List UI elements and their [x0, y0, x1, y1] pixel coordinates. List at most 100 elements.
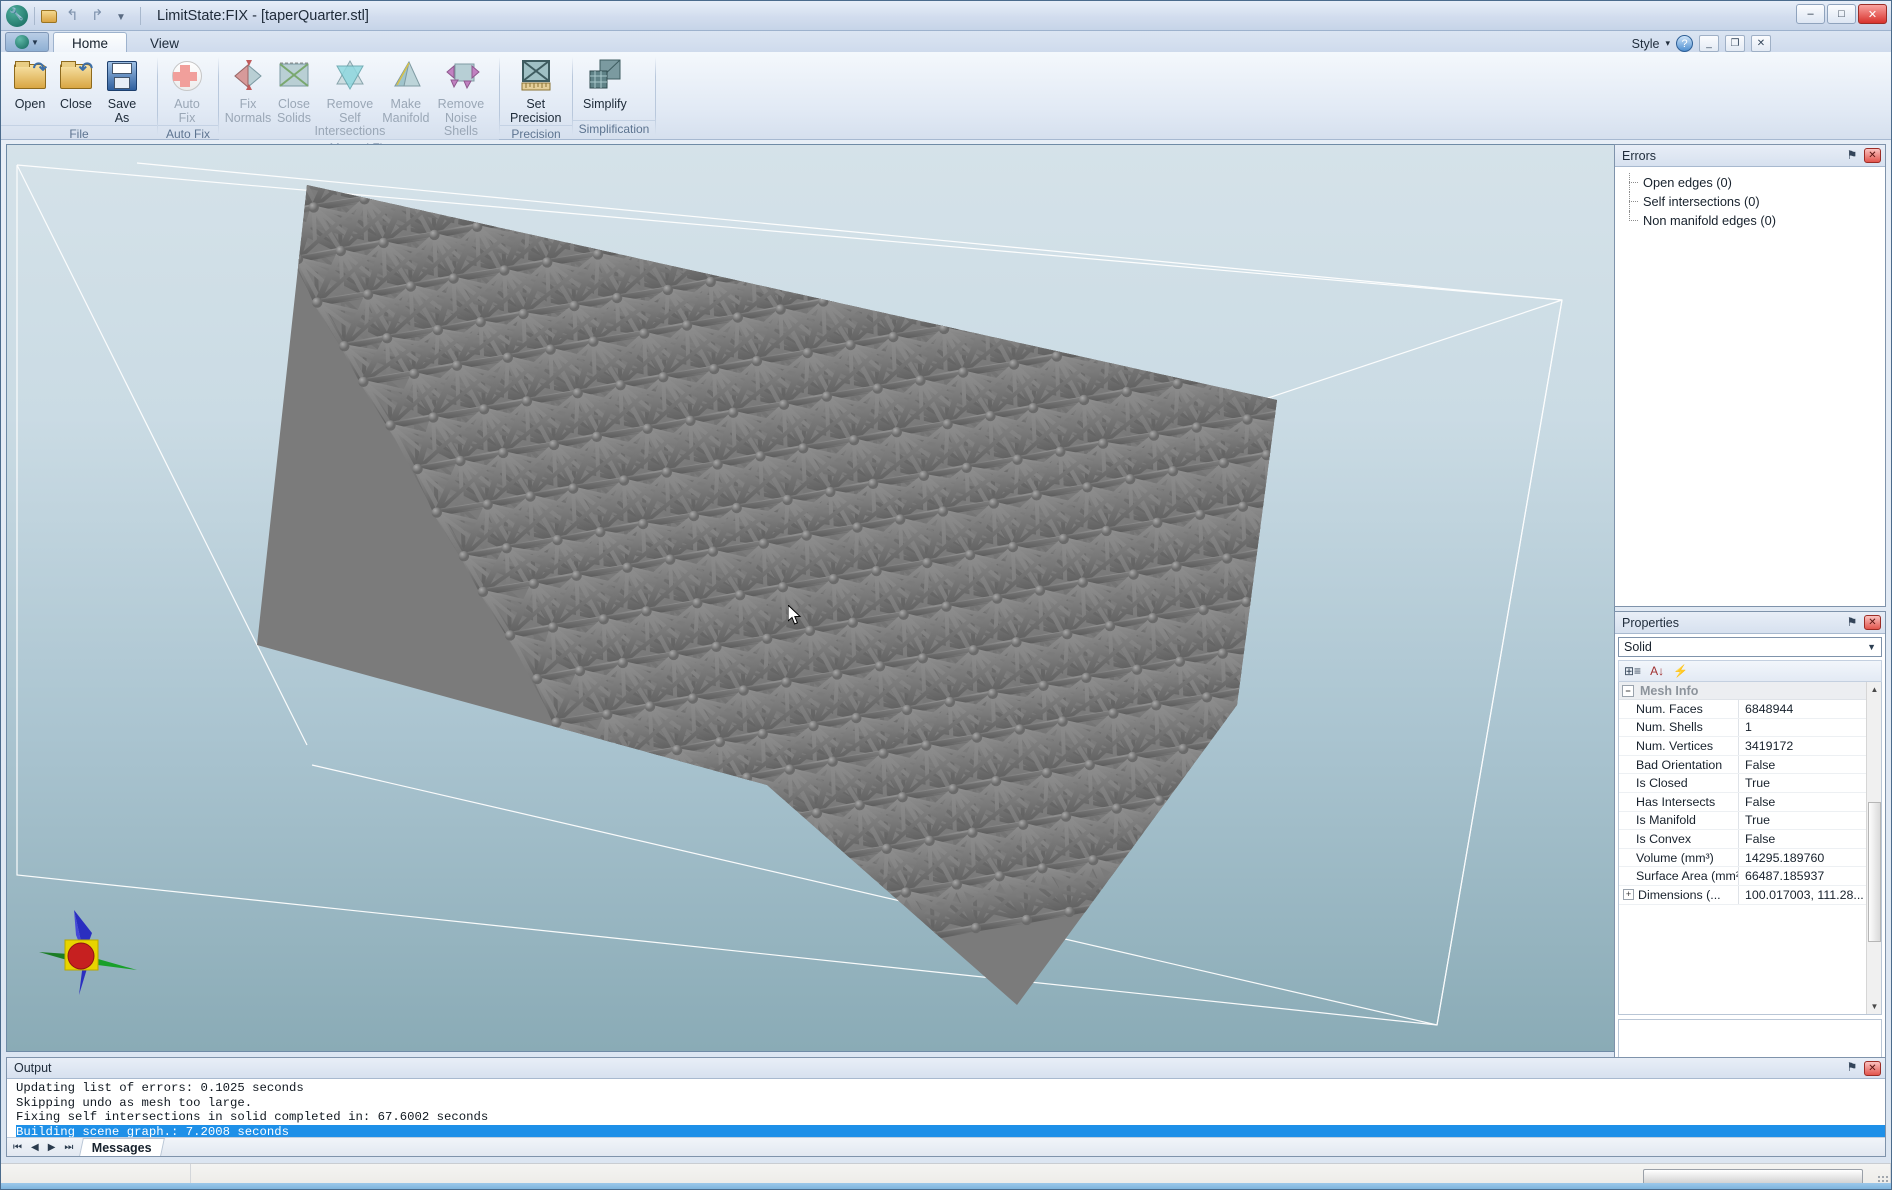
lattice-mesh	[257, 185, 1277, 1005]
properties-category-mesh-info[interactable]: − Mesh Info	[1619, 682, 1881, 700]
property-row[interactable]: Is Closed True	[1619, 774, 1881, 793]
remove-noise-shells-icon	[442, 57, 480, 95]
nav-first-icon[interactable]: ⏮	[13, 1142, 22, 1153]
property-value[interactable]: False	[1739, 793, 1881, 811]
style-caret-icon[interactable]: ▾	[1665, 38, 1670, 49]
app-menu-button[interactable]: ▼	[5, 32, 49, 52]
output-line[interactable]: Skipping undo as mesh too large.	[16, 1096, 1885, 1111]
property-row[interactable]: Num. Faces 6848944	[1619, 700, 1881, 719]
output-close-icon[interactable]: ✕	[1864, 1060, 1881, 1076]
properties-pin-icon[interactable]: ⚑	[1845, 615, 1859, 631]
property-row[interactable]: Has Intersects False	[1619, 792, 1881, 812]
property-row[interactable]: + Dimensions (... 100.017003, 111.28...	[1619, 885, 1881, 905]
categorized-view-icon[interactable]: ⊞≡	[1624, 664, 1641, 678]
alphabetical-sort-icon[interactable]: A↓	[1650, 664, 1664, 678]
maximize-button[interactable]: □	[1827, 4, 1856, 24]
remove-self-intersections-button[interactable]: Remove Self Intersections	[314, 57, 385, 139]
help-icon[interactable]: ?	[1676, 35, 1693, 52]
pin-icon[interactable]: ⚑	[1845, 148, 1859, 164]
property-row[interactable]: Is Convex False	[1619, 830, 1881, 849]
ribbon-tab-strip[interactable]: ▼ Home View	[1, 31, 1891, 53]
minimize-button[interactable]: –	[1796, 4, 1825, 24]
chevron-down-icon[interactable]: ▼	[1867, 642, 1876, 652]
save-as-button[interactable]: Save As	[99, 57, 145, 125]
3d-model-viewport[interactable]	[6, 144, 1615, 1052]
property-row[interactable]: Bad Orientation False	[1619, 755, 1881, 775]
quick-access-toolbar[interactable]: ↰ ↱ ▼	[41, 7, 134, 25]
properties-close-icon[interactable]: ✕	[1864, 615, 1881, 630]
property-value[interactable]: True	[1739, 812, 1881, 830]
group-label-precision: Precision	[500, 125, 572, 143]
expand-icon[interactable]: +	[1623, 889, 1634, 901]
ribbon-group-file: ↷ Open ↶ Close Save As File	[1, 52, 157, 141]
error-node-open-edges[interactable]: Open edges (0)	[1619, 173, 1881, 192]
property-key: + Dimensions (...	[1619, 885, 1739, 904]
scroll-up-icon[interactable]: ▲	[1867, 682, 1881, 697]
property-value[interactable]: False	[1739, 830, 1881, 848]
close-solids-button[interactable]: Close Solids	[271, 57, 317, 125]
property-value[interactable]: 100.017003, 111.28...	[1739, 886, 1881, 904]
simplify-icon	[586, 57, 624, 95]
properties-toolbar[interactable]: ⊞≡ A↓ ⚡	[1618, 660, 1882, 682]
property-value[interactable]: False	[1739, 756, 1881, 774]
redo-icon[interactable]: ↱	[91, 7, 109, 25]
property-row[interactable]: Is Manifold True	[1619, 811, 1881, 831]
property-value[interactable]: True	[1739, 774, 1881, 792]
nav-last-icon[interactable]: ⏭	[64, 1142, 73, 1153]
property-row[interactable]: Num. Shells 1	[1619, 718, 1881, 738]
properties-object-select[interactable]: Solid ▼	[1618, 637, 1882, 657]
errors-panel: Errors ⚑ ✕ Open edges (0) Self intersect…	[1614, 144, 1886, 607]
property-row[interactable]: Volume (mm³) 14295.189760	[1619, 848, 1881, 868]
tab-home[interactable]: Home	[53, 32, 128, 53]
property-value[interactable]: 14295.189760	[1739, 849, 1881, 867]
fix-normals-button[interactable]: Fix Normals	[225, 57, 271, 125]
output-log[interactable]: Updating list of errors: 0.1025 seconds S…	[7, 1079, 1885, 1140]
ribbon-right-controls[interactable]: Style ▾ ? _ ❐ ✕	[1632, 35, 1771, 52]
customize-caret-icon[interactable]: ▼	[116, 7, 134, 25]
property-row[interactable]: Surface Area (mm²) 66487.185937	[1619, 867, 1881, 886]
scrollbar-thumb[interactable]	[1868, 802, 1881, 942]
properties-scrollbar[interactable]: ▲ ▼	[1866, 682, 1881, 1014]
set-precision-button[interactable]: Set Precision	[506, 57, 565, 125]
style-label[interactable]: Style	[1632, 37, 1660, 51]
output-line[interactable]: Updating list of errors: 0.1025 seconds	[16, 1081, 1885, 1096]
error-node-non-manifold-edges[interactable]: Non manifold edges (0)	[1619, 211, 1881, 230]
window-controls[interactable]: – □ ✕	[1796, 4, 1887, 24]
property-value[interactable]: 6848944	[1739, 700, 1881, 718]
status-accent-bar	[1, 1183, 1891, 1189]
close-button[interactable]: ✕	[1858, 4, 1887, 24]
simplify-button[interactable]: Simplify	[579, 57, 631, 112]
open-icon[interactable]	[41, 7, 59, 25]
nav-next-icon[interactable]: ▶	[48, 1142, 56, 1153]
property-row[interactable]: Num. Vertices 3419172	[1619, 737, 1881, 756]
output-pin-icon[interactable]: ⚑	[1845, 1060, 1859, 1076]
collapse-icon[interactable]: −	[1622, 684, 1634, 697]
auto-fix-button[interactable]: Auto Fix	[164, 57, 210, 125]
properties-grid[interactable]: − Mesh Info Num. Faces 6848944 Num. Shells…	[1618, 682, 1882, 1015]
output-tab-strip[interactable]: ⏮ ◀ ▶ ⏭ Messages	[7, 1137, 1885, 1156]
fix-normals-icon	[229, 57, 267, 95]
property-value[interactable]: 66487.185937	[1739, 867, 1881, 885]
property-value[interactable]: 1	[1739, 719, 1881, 737]
error-node-self-intersections[interactable]: Self intersections (0)	[1619, 192, 1881, 211]
close-button-ribbon[interactable]: ↶ Close	[53, 57, 99, 112]
open-button[interactable]: ↷ Open	[7, 57, 53, 112]
make-manifold-button[interactable]: Make Manifold	[382, 57, 429, 125]
remove-noise-shells-button[interactable]: Remove Noise Shells	[429, 57, 493, 139]
tab-messages[interactable]: Messages	[79, 1138, 166, 1156]
property-value[interactable]: 3419172	[1739, 737, 1881, 755]
output-line[interactable]: Fixing self intersections in solid compl…	[16, 1110, 1885, 1125]
output-panel: Output ⚑ ✕ Updating list of errors: 0.10…	[6, 1057, 1886, 1157]
scroll-down-icon[interactable]: ▼	[1867, 999, 1881, 1014]
undo-icon[interactable]: ↰	[66, 7, 84, 25]
nav-prev-icon[interactable]: ◀	[31, 1142, 39, 1153]
doc-minimize-button[interactable]: _	[1699, 35, 1719, 52]
output-nav[interactable]: ⏮ ◀ ▶ ⏭	[13, 1142, 73, 1153]
remove-self-intersections-icon	[331, 57, 369, 95]
doc-restore-button[interactable]: ❐	[1725, 35, 1745, 52]
errors-close-icon[interactable]: ✕	[1864, 148, 1881, 163]
events-icon[interactable]: ⚡	[1673, 664, 1688, 678]
doc-close-button[interactable]: ✕	[1751, 35, 1771, 52]
errors-tree[interactable]: Open edges (0) Self intersections (0) No…	[1615, 167, 1885, 606]
tab-view[interactable]: View	[131, 32, 198, 53]
